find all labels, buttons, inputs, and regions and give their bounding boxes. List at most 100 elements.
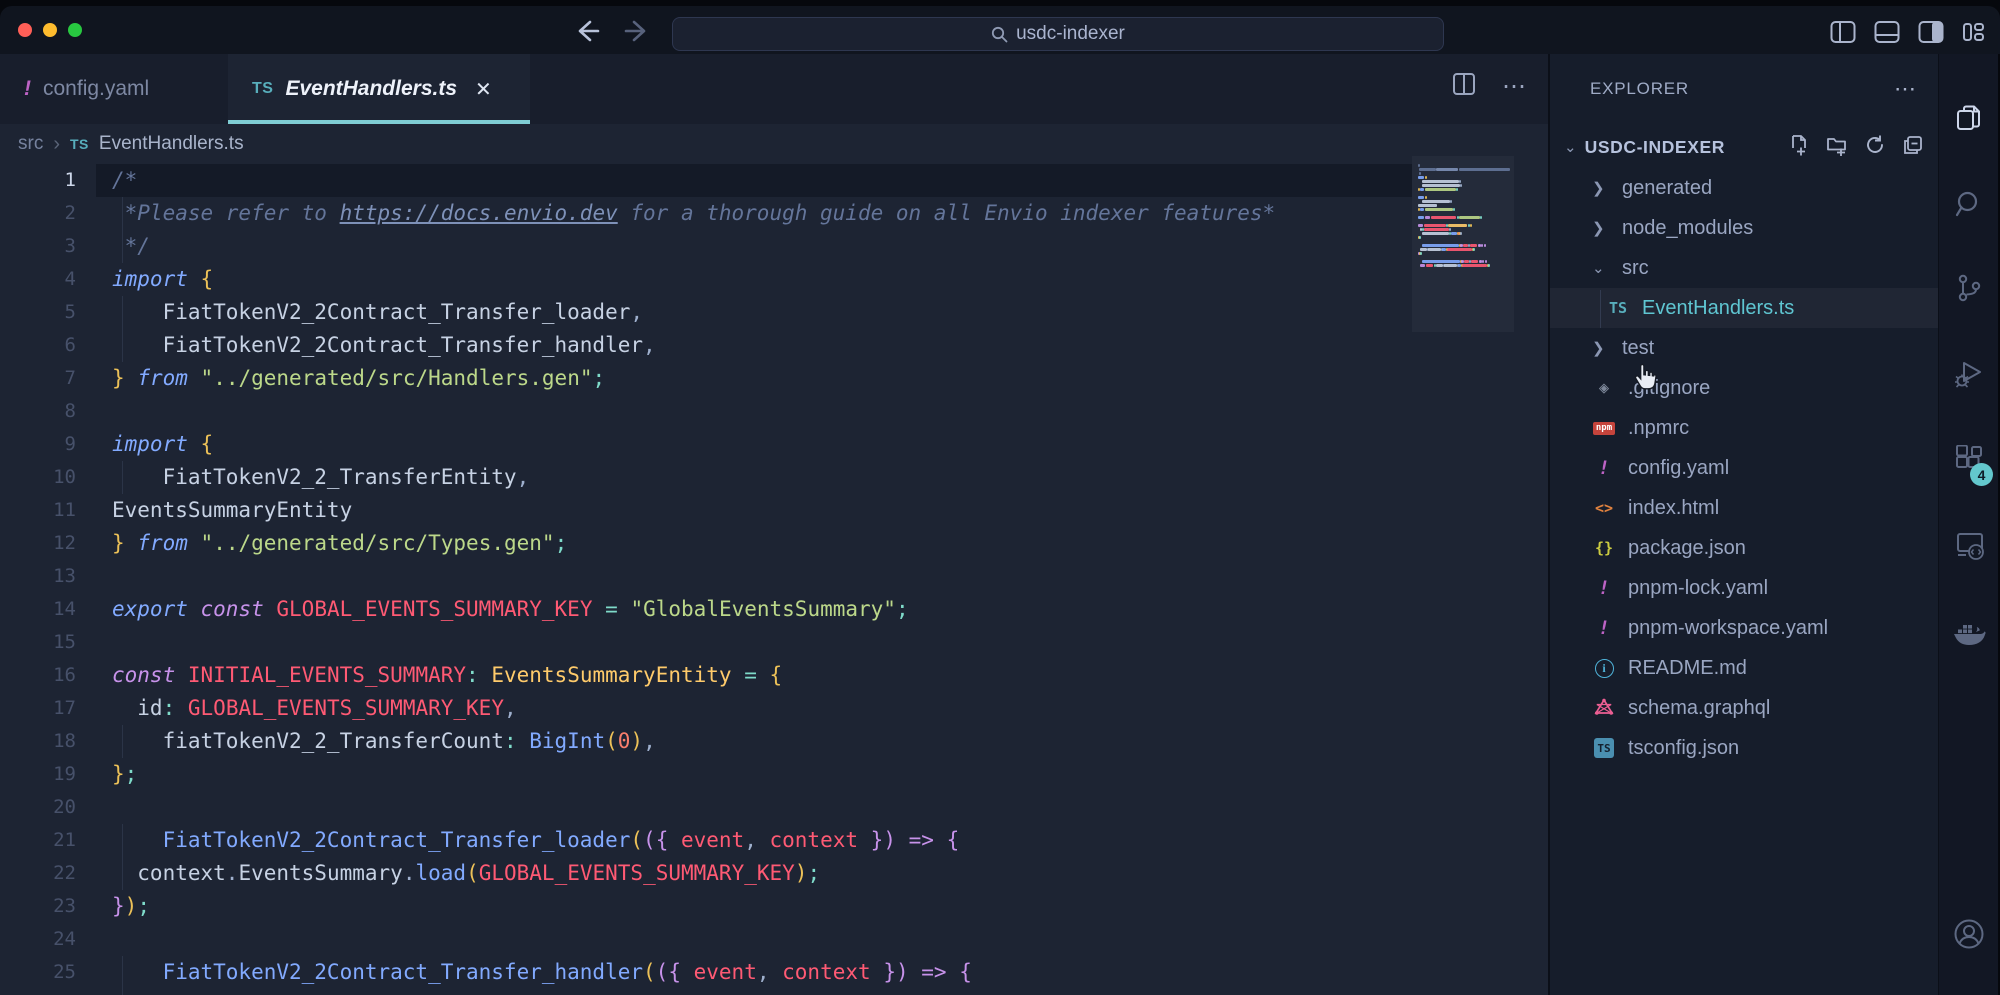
tree-item-label: index.html <box>1628 497 1719 520</box>
tree-item-schema-graphql[interactable]: schema.graphql <box>1550 688 1938 728</box>
line-number: 10 <box>0 461 76 494</box>
new-file-button[interactable] <box>1788 134 1810 161</box>
titlebar: usdc-indexer <box>0 6 2000 54</box>
customize-layout-button[interactable] <box>1962 20 1986 44</box>
tree-item-label: EventHandlers.ts <box>1642 297 1794 320</box>
extensions-badge: 4 <box>1970 463 1993 486</box>
nav-forward-button[interactable] <box>622 18 652 44</box>
tree-item--npmrc[interactable]: npm.npmrc <box>1550 408 1938 448</box>
vscode-window: usdc-indexer ! config.yaml TS EventHandl… <box>0 0 2000 995</box>
tree-item-readme-md[interactable]: iREADME.md <box>1550 648 1938 688</box>
arrow-left-icon <box>580 22 598 40</box>
maximize-window-button[interactable] <box>68 23 82 37</box>
tree-item-tsconfig-json[interactable]: TStsconfig.json <box>1550 728 1938 768</box>
tab-config-yaml[interactable]: ! config.yaml <box>0 54 228 124</box>
tab-label: EventHandlers.ts <box>285 77 457 101</box>
tree-item--gitignore[interactable]: ◈.gitignore <box>1550 368 1938 408</box>
split-editor-button[interactable] <box>1452 72 1476 101</box>
tree-item-test[interactable]: ❯test <box>1550 328 1938 368</box>
yaml-file-icon: ! <box>1592 577 1616 599</box>
line-number: 13 <box>0 560 76 593</box>
code-line: 24 <box>0 923 1548 956</box>
command-center-search[interactable]: usdc-indexer <box>672 17 1444 51</box>
code-line: 10 FiatTokenV2_2_TransferEntity, <box>0 461 1548 494</box>
tree-item-label: pnpm-workspace.yaml <box>1628 617 1828 640</box>
tree-item-label: test <box>1622 337 1654 360</box>
chevron-right-icon: › <box>53 133 60 156</box>
toggle-panel-bottom-button[interactable] <box>1874 20 1900 44</box>
line-number: 22 <box>0 857 76 890</box>
tree-item-package-json[interactable]: {}package.json <box>1550 528 1938 568</box>
close-window-button[interactable] <box>18 23 32 37</box>
minimize-window-button[interactable] <box>43 23 57 37</box>
explorer-activity-icon[interactable] <box>1939 94 1999 142</box>
line-number: 15 <box>0 626 76 659</box>
extensions-activity-icon[interactable]: 4 <box>1939 436 1999 484</box>
tree-item-pnpm-lock-yaml[interactable]: !pnpm-lock.yaml <box>1550 568 1938 608</box>
line-number: 11 <box>0 494 76 527</box>
tree-item-index-html[interactable]: <>index.html <box>1550 488 1938 528</box>
tab-close-icon[interactable]: ✕ <box>475 77 492 102</box>
docker-activity-icon[interactable] <box>1939 610 1999 658</box>
minimap[interactable] <box>1412 156 1514 332</box>
code-line: 22 context.EventsSummary.load(GLOBAL_EVE… <box>0 857 1548 890</box>
tsconfig-file-icon: TS <box>1592 738 1616 758</box>
code-line: 16const INITIAL_EVENTS_SUMMARY: EventsSu… <box>0 659 1548 692</box>
breadcrumb-folder[interactable]: src <box>18 133 43 155</box>
line-number: 14 <box>0 593 76 626</box>
line-number: 5 <box>0 296 76 329</box>
line-number: 3 <box>0 230 76 263</box>
chevron-down-icon: ⌄ <box>1592 259 1610 277</box>
code-editor[interactable]: 1/*2 *Please refer to https://docs.envio… <box>0 164 1548 995</box>
tree-item-label: config.yaml <box>1628 457 1729 480</box>
account-activity-icon[interactable] <box>1939 910 1999 958</box>
nav-back-button[interactable] <box>572 18 602 44</box>
tab-label: config.yaml <box>43 77 149 101</box>
code-line: 18 fiatTokenV2_2_TransferCount: BigInt(0… <box>0 725 1548 758</box>
remote-activity-icon[interactable] <box>1939 522 1999 570</box>
line-number: 20 <box>0 791 76 824</box>
tree-item-label: package.json <box>1628 537 1746 560</box>
tree-item-pnpm-workspace-yaml[interactable]: ! pnpm-workspace.yaml <box>1550 608 1938 648</box>
line-number: 26 <box>0 989 76 995</box>
line-number: 16 <box>0 659 76 692</box>
code-line: 6 FiatTokenV2_2Contract_Transfer_handler… <box>0 329 1548 362</box>
tree-item-eventhandlers-ts[interactable]: TSEventHandlers.ts <box>1550 288 1938 328</box>
project-name: USDC-INDEXER <box>1585 137 1780 158</box>
arrow-right-icon <box>626 22 644 40</box>
tree-item-label: .npmrc <box>1628 417 1689 440</box>
source-control-activity-icon[interactable] <box>1939 264 1999 312</box>
chevron-right-icon: ❯ <box>1592 179 1610 197</box>
code-line: 1/* <box>0 164 1548 197</box>
collapse-folders-button[interactable] <box>1902 134 1924 161</box>
tab-eventhandlers-ts[interactable]: TS EventHandlers.ts ✕ <box>228 54 530 124</box>
yaml-file-icon: ! <box>1592 617 1616 639</box>
tree-item-config-yaml[interactable]: !config.yaml <box>1550 448 1938 488</box>
project-root-row[interactable]: ⌄ USDC-INDEXER <box>1564 126 1924 168</box>
breadcrumb-file[interactable]: EventHandlers.ts <box>99 133 244 155</box>
toggle-panel-left-button[interactable] <box>1830 20 1856 44</box>
code-line: 26 const summary = context.EventsSummary… <box>0 989 1548 995</box>
explorer-more-actions-button[interactable]: ⋯ <box>1894 76 1918 102</box>
sidebar-title: EXPLORER <box>1590 79 1689 99</box>
new-folder-button[interactable] <box>1826 134 1848 161</box>
run-debug-activity-icon[interactable] <box>1939 350 1999 398</box>
editor-more-actions-button[interactable]: ⋯ <box>1502 72 1528 101</box>
search-activity-icon[interactable] <box>1939 180 1999 228</box>
tree-item-node-modules[interactable]: ❯node_modules <box>1550 208 1938 248</box>
line-number: 25 <box>0 956 76 989</box>
tree-item-label: schema.graphql <box>1628 697 1770 720</box>
toggle-panel-right-button[interactable] <box>1918 20 1944 44</box>
refresh-button[interactable] <box>1864 134 1886 161</box>
tree-item-src[interactable]: ⌄src <box>1550 248 1938 288</box>
traffic-lights <box>18 23 82 37</box>
line-number: 4 <box>0 263 76 296</box>
code-line: 20 <box>0 791 1548 824</box>
code-line: 14export const GLOBAL_EVENTS_SUMMARY_KEY… <box>0 593 1548 626</box>
tab-bar: ! config.yaml TS EventHandlers.ts ✕ ⋯ <box>0 54 1548 124</box>
tree-item-generated[interactable]: ❯generated <box>1550 168 1938 208</box>
breadcrumb[interactable]: src › TS EventHandlers.ts <box>18 124 244 164</box>
code-line: 8 <box>0 395 1548 428</box>
git-file-icon: ◈ <box>1592 378 1616 398</box>
typescript-file-icon: TS <box>70 136 89 152</box>
